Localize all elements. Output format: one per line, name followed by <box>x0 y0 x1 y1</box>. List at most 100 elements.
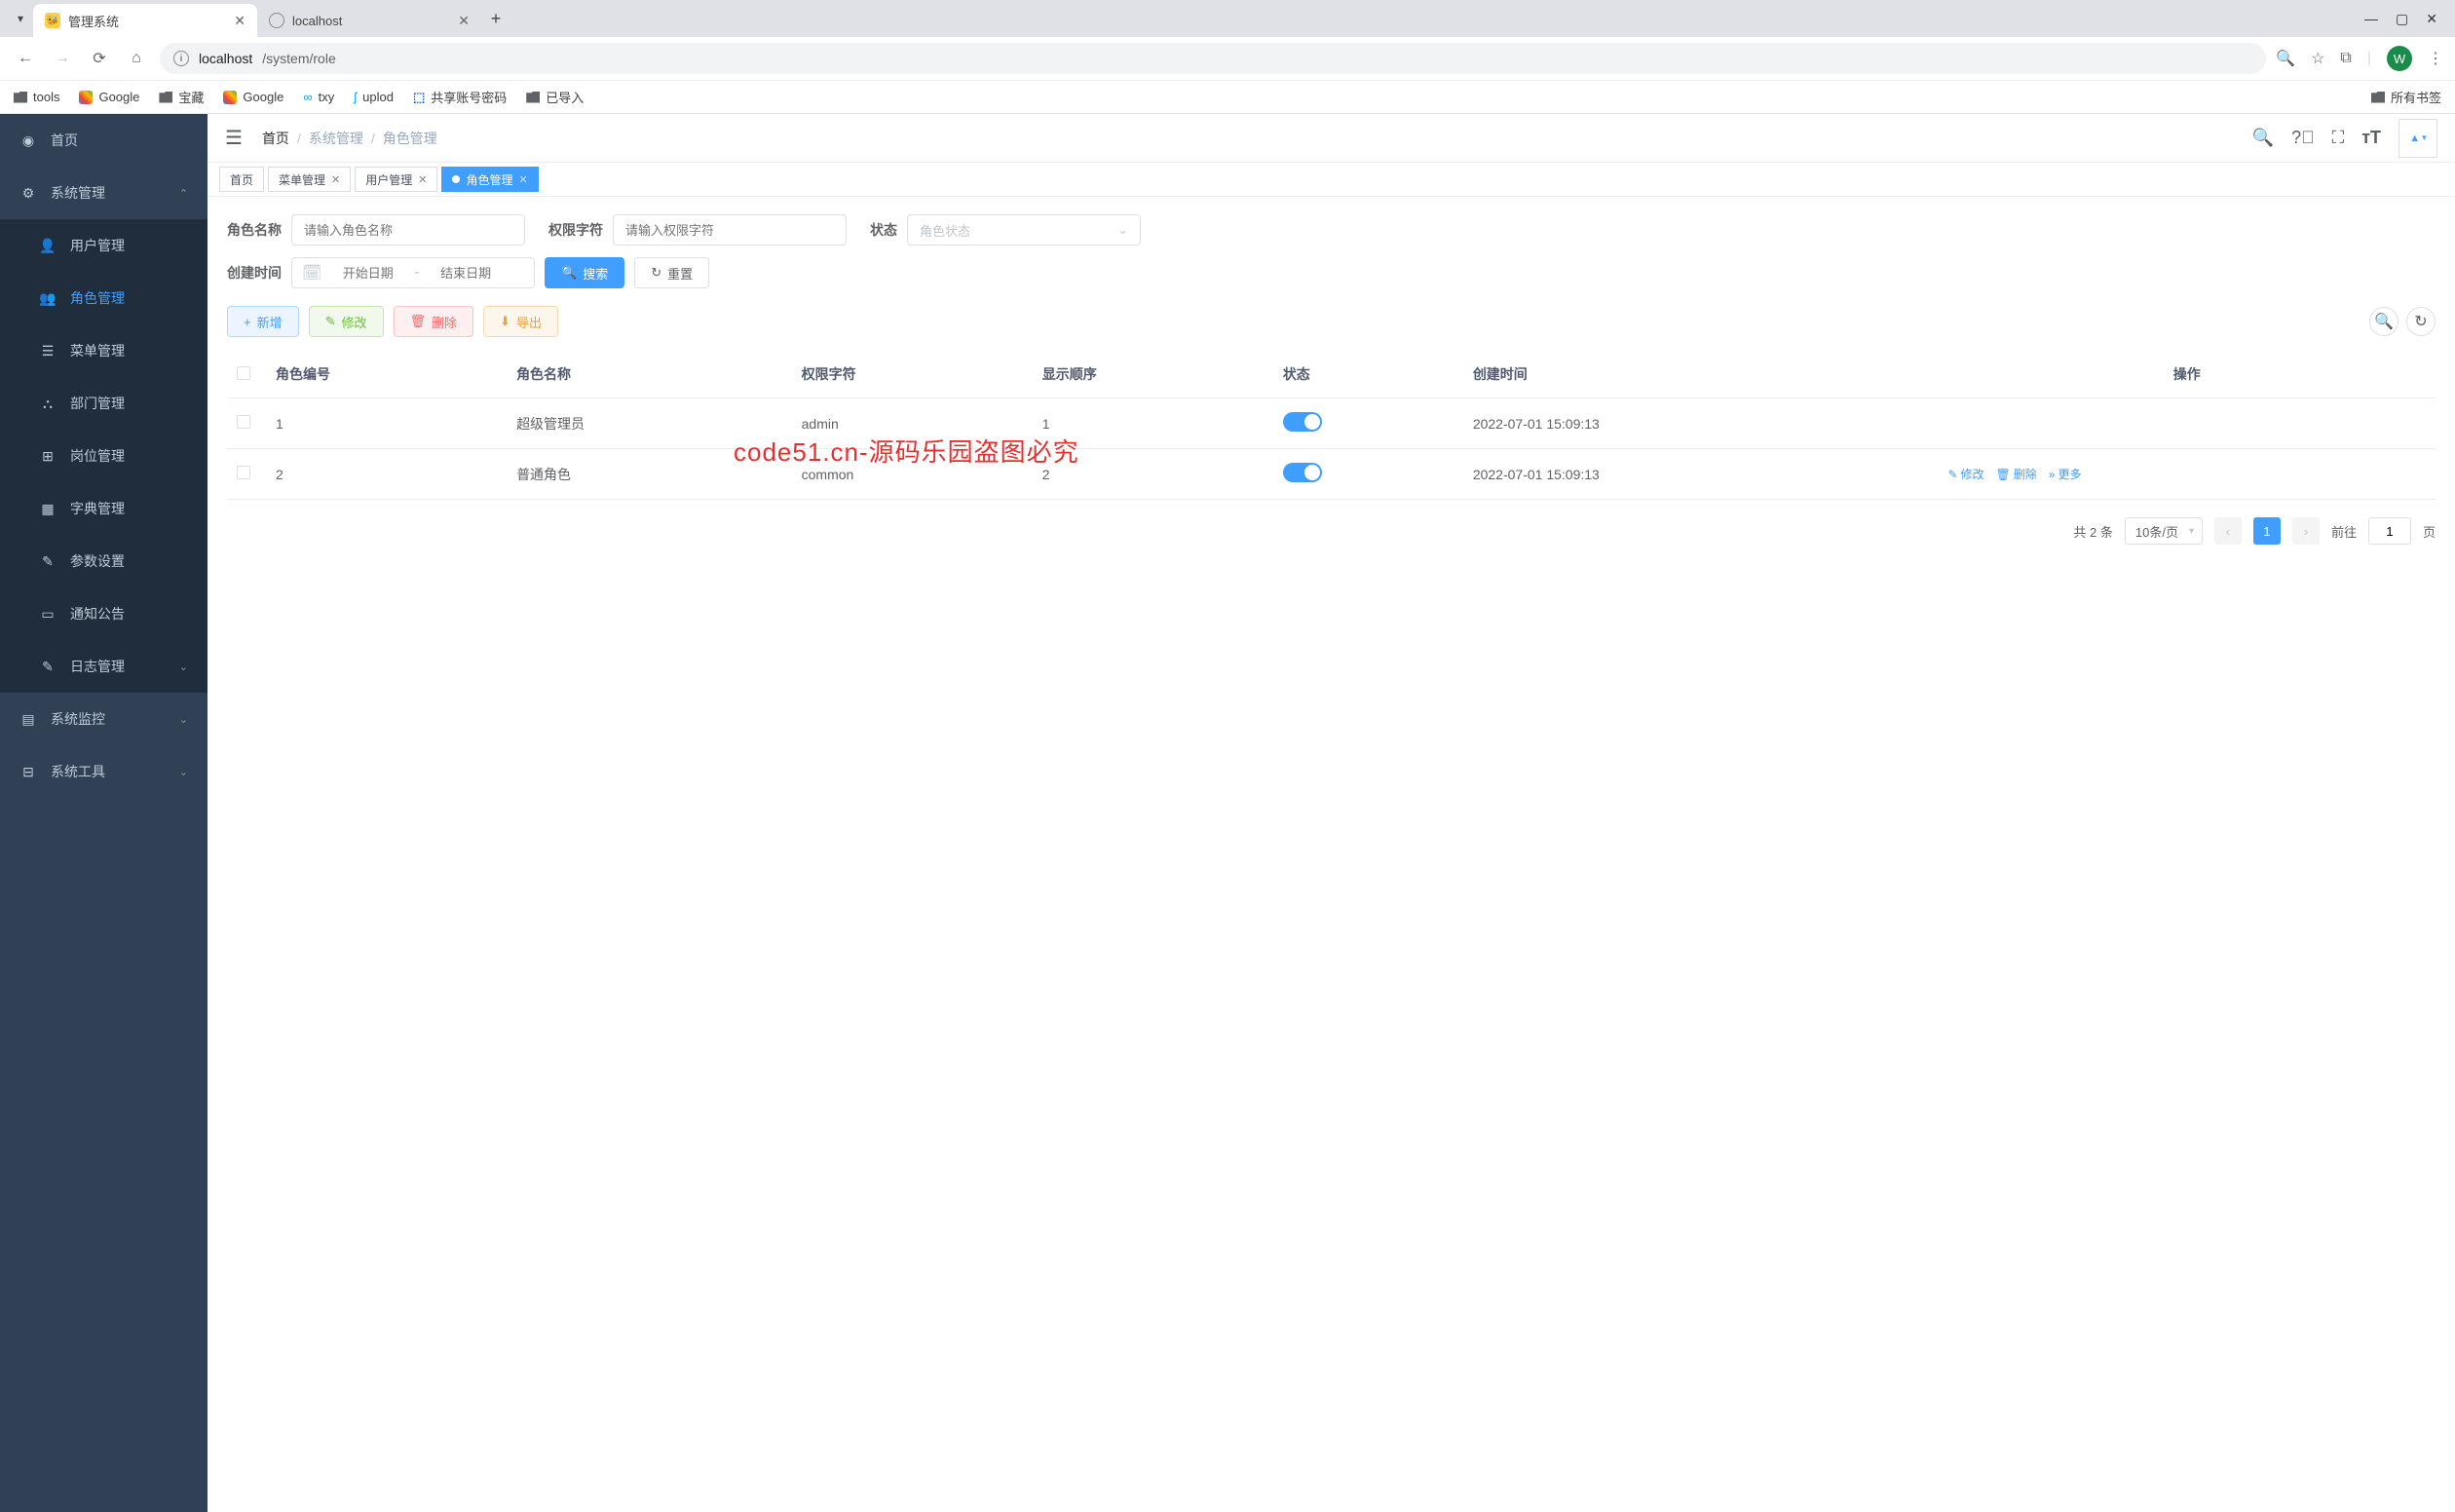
tab-dropdown-icon[interactable]: ▾ <box>8 12 33 25</box>
address-bar[interactable]: i localhost/system/role <box>160 43 2266 74</box>
extensions-icon[interactable]: ⧉ <box>2340 50 2351 67</box>
sidebar-item-user-mgmt[interactable]: 👤用户管理 <box>0 219 208 272</box>
sidebar-item-dept-mgmt[interactable]: ⛬部门管理 <box>0 377 208 430</box>
tab-close-icon[interactable]: ✕ <box>418 173 427 186</box>
sidebar-item-role-mgmt[interactable]: 👥角色管理 <box>0 272 208 324</box>
refresh-icon: ↻ <box>651 265 661 281</box>
sidebar-item-menu-mgmt[interactable]: ☰菜单管理 <box>0 324 208 377</box>
sidebar-collapse-icon[interactable]: ☰ <box>225 126 243 150</box>
close-window-icon[interactable]: ✕ <box>2426 11 2437 27</box>
toolbar-search-icon[interactable]: 🔍 <box>2369 307 2398 336</box>
tab-close-icon[interactable]: ✕ <box>458 13 470 29</box>
pager-goto-input[interactable] <box>2368 517 2411 545</box>
pager-next-button[interactable]: › <box>2292 517 2320 545</box>
pencil-icon: ✎ <box>325 314 336 329</box>
topbar: ☰ 首页 / 系统管理 / 角色管理 🔍 ?⃝ ⛶ ᴛT ▲▾ <box>208 114 2455 163</box>
view-tab-home[interactable]: 首页 <box>219 167 264 192</box>
maximize-icon[interactable]: ▢ <box>2396 11 2408 27</box>
end-date-input[interactable] <box>430 266 503 281</box>
log-icon: ✎ <box>39 658 57 675</box>
col-created: 创建时间 <box>1463 351 1939 398</box>
row-edit-link[interactable]: ✎修改 <box>1947 466 1983 482</box>
help-icon[interactable]: ?⃝ <box>2291 128 2315 148</box>
browser-chrome: ▾ 🐝 管理系统 ✕ localhost ✕ + — ▢ ✕ ← → ⟳ ⌂ i… <box>0 0 2455 114</box>
page-size-select[interactable]: 10条/页 <box>2125 517 2203 545</box>
minimize-icon[interactable]: — <box>2364 11 2378 27</box>
sidebar-item-monitor[interactable]: ▤系统监控⌄ <box>0 693 208 745</box>
zoom-icon[interactable]: 🔍 <box>2276 49 2295 68</box>
forward-icon[interactable]: → <box>49 45 76 72</box>
sidebar-item-logs[interactable]: ✎日志管理⌄ <box>0 640 208 693</box>
sidebar-item-system[interactable]: ⚙系统管理⌃ <box>0 167 208 219</box>
row-checkbox[interactable] <box>237 466 250 479</box>
user-icon: 👤 <box>39 237 57 254</box>
tab-close-icon[interactable]: ✕ <box>519 173 528 186</box>
list-icon: ☰ <box>39 342 57 359</box>
bookmark-item[interactable]: ⬚共享账号密码 <box>413 88 507 106</box>
view-tab-role[interactable]: 角色管理✕ <box>441 167 538 192</box>
active-dot-icon <box>452 175 460 183</box>
reset-button[interactable]: ↻重置 <box>634 257 709 288</box>
tab-close-icon[interactable]: ✕ <box>234 13 246 29</box>
crumb-page: 角色管理 <box>383 129 437 148</box>
sidebar-item-dict-mgmt[interactable]: ▦字典管理 <box>0 482 208 535</box>
search-button[interactable]: 🔍搜索 <box>545 257 624 288</box>
role-name-input[interactable] <box>291 214 525 246</box>
status-switch[interactable] <box>1283 412 1322 432</box>
filter-form: 角色名称 权限字符 状态 角色状态⌄ 创建时间 🗓 - <box>227 214 2436 288</box>
view-tab-menu[interactable]: 菜单管理✕ <box>268 167 351 192</box>
sidebar-item-notice[interactable]: ▭通知公告 <box>0 587 208 640</box>
bookmark-item[interactable]: ʃuplod <box>354 90 394 104</box>
sidebar-item-post-mgmt[interactable]: ⊞岗位管理 <box>0 430 208 482</box>
fullscreen-icon[interactable]: ⛶ <box>2332 128 2345 148</box>
bookmark-item[interactable]: Google <box>79 90 139 104</box>
reload-icon[interactable]: ⟳ <box>86 45 113 72</box>
pager-page-1[interactable]: 1 <box>2253 517 2281 545</box>
sidebar-item-params[interactable]: ✎参数设置 <box>0 535 208 587</box>
new-tab-button[interactable]: + <box>481 9 510 29</box>
row-more-link[interactable]: »更多 <box>2049 466 2082 482</box>
status-select[interactable]: 角色状态⌄ <box>907 214 1141 246</box>
row-checkbox[interactable] <box>237 415 250 429</box>
browser-tab-active[interactable]: 🐝 管理系统 ✕ <box>33 4 257 37</box>
bookmark-item[interactable]: tools <box>14 90 59 104</box>
bookmark-item[interactable]: 已导入 <box>526 88 584 106</box>
back-icon[interactable]: ← <box>12 45 39 72</box>
sidebar-item-tools[interactable]: ⊟系统工具⌄ <box>0 745 208 798</box>
font-size-icon[interactable]: ᴛT <box>2361 128 2381 148</box>
view-tab-user[interactable]: 用户管理✕ <box>355 167 437 192</box>
pager-prev-button[interactable]: ‹ <box>2214 517 2242 545</box>
browser-tab[interactable]: localhost ✕ <box>257 4 481 37</box>
user-avatar[interactable]: ▲▾ <box>2398 119 2437 158</box>
menu-icon[interactable]: ⋮ <box>2428 49 2443 68</box>
search-icon[interactable]: 🔍 <box>2252 128 2274 148</box>
date-range-picker[interactable]: 🗓 - <box>291 257 535 288</box>
bookmark-item[interactable]: Google <box>223 90 283 104</box>
folder-icon <box>2371 92 2385 103</box>
chevron-down-icon: ⌄ <box>179 661 188 673</box>
cell-created: 2022-07-01 15:09:13 <box>1463 449 1939 500</box>
perm-input[interactable] <box>613 214 847 246</box>
chevron-down-icon: ⌄ <box>1117 222 1128 238</box>
status-switch[interactable] <box>1283 463 1322 482</box>
start-date-input[interactable] <box>331 266 404 281</box>
add-button[interactable]: +新增 <box>227 306 299 337</box>
all-bookmarks[interactable]: 所有书签 <box>2371 88 2441 106</box>
export-button[interactable]: ⬇导出 <box>483 306 558 337</box>
crumb-home[interactable]: 首页 <box>262 129 289 148</box>
row-delete-link[interactable]: 🗑删除 <box>1996 466 2037 482</box>
bookmark-item[interactable]: ∞txy <box>303 90 334 104</box>
bookmark-item[interactable]: 宝藏 <box>159 88 204 106</box>
tab-close-icon[interactable]: ✕ <box>331 173 340 186</box>
toolbar-refresh-icon[interactable]: ↻ <box>2406 307 2436 336</box>
select-all-checkbox[interactable] <box>237 366 250 380</box>
col-order: 显示顺序 <box>1033 351 1273 398</box>
trash-icon: 🗑 <box>410 314 427 329</box>
delete-button[interactable]: 🗑删除 <box>394 306 474 337</box>
site-info-icon[interactable]: i <box>173 51 189 66</box>
edit-button[interactable]: ✎修改 <box>309 306 384 337</box>
sidebar-item-home[interactable]: ◉首页 <box>0 114 208 167</box>
profile-avatar[interactable]: W <box>2387 46 2412 71</box>
star-icon[interactable]: ☆ <box>2311 49 2324 68</box>
home-icon[interactable]: ⌂ <box>123 45 150 72</box>
